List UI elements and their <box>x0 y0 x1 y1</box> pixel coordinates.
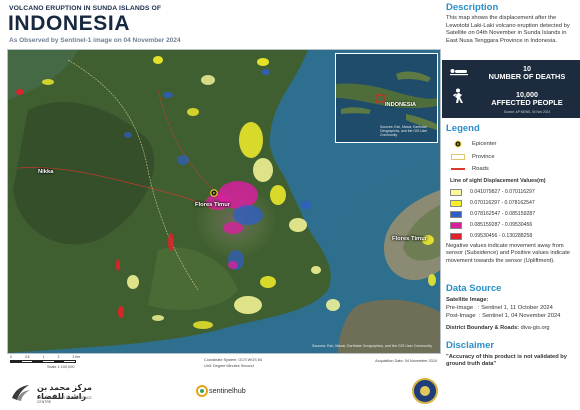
map-supertitle: VOLCANO ERUPTION IN SUNDA ISLANDS OF <box>9 5 162 12</box>
map-subtitle: As Observed by Sentinel-1 image on 04 No… <box>9 37 181 44</box>
impact-stats-box: 10 NUMBER OF DEATHS 10,000 AFFECTED PEOP… <box>442 60 580 118</box>
class-swatch <box>450 199 462 207</box>
legend-item-province: Province <box>450 153 495 161</box>
disclaimer-heading: Disclaimer <box>446 340 495 351</box>
epicenter-icon <box>454 140 462 148</box>
sentinelhub-icon <box>196 385 208 397</box>
class-label: 0.078162547 - 0.085159287 <box>470 211 536 217</box>
displacement-note: Negative values indicate movement away f… <box>446 243 570 264</box>
mbrsc-emblem-icon <box>12 385 30 401</box>
acquisition-date: Acquisition Date: 04 November 2024 <box>375 359 437 363</box>
legend-label: Province <box>472 154 495 160</box>
district-boundary-source: District Boundary & Roads: diva-gis.org <box>446 325 550 331</box>
map-footer: 0 0.5 1 2 3 Km Scale 1:100,000 Coordinat… <box>7 355 441 372</box>
place-label-flores-timur-east: Flores Timur <box>392 236 428 242</box>
legend-label: Roads <box>472 166 489 172</box>
class-label: 0.070116297 - 0.078162547 <box>470 200 535 206</box>
seal-emblem-icon <box>420 386 430 396</box>
side-panel: Description This map shows the displacem… <box>442 0 580 372</box>
scale-tick: 2 <box>57 355 60 359</box>
coordinate-system: Coordinate System: GCS WGS 84 <box>204 358 263 362</box>
district-value: diva-gis.org <box>520 325 550 331</box>
displacement-class: 0.09530456 - 0.130288258 <box>450 232 532 240</box>
displacement-class: 0.078162547 - 0.085159287 <box>450 210 535 218</box>
map-title: INDONESIA <box>8 12 131 35</box>
sentinelhub-logo: sentinelhub <box>196 382 256 400</box>
scale-tick: 0.5 <box>24 355 30 359</box>
place-label-nikka: Nikka <box>38 169 54 175</box>
affected-people-icon <box>453 88 463 103</box>
class-label: 0.041079827 - 0.070116297 <box>470 189 535 195</box>
data-source-heading: Data Source <box>446 283 502 294</box>
mbrsc-logo: مركز محمد بن راشد للفضاء MOHAMMED BIN RA… <box>7 379 99 405</box>
map-credit: Sources: Esri, Maxar, Earthstar Geograph… <box>311 344 432 348</box>
logos-row: مركز محمد بن راشد للفضاء MOHAMMED BIN RA… <box>0 373 580 410</box>
casualty-icon <box>450 69 468 76</box>
displacement-legend-title: Line of sight Displacement Values(m) <box>450 178 546 184</box>
legend-heading: Legend <box>446 123 480 134</box>
class-swatch <box>450 232 462 240</box>
scale-bar <box>10 360 76 363</box>
inset-credit: Sources: Esri, Maxar, Earthstar Geograph… <box>380 125 428 137</box>
province-symbol-icon <box>451 154 465 160</box>
post-image-info: Post-Image : Sentinel 1, 04 November 202… <box>446 313 561 319</box>
inset-country-label: INDONESIA <box>385 102 417 108</box>
class-swatch <box>450 210 462 218</box>
map-header: VOLCANO ERUPTION IN SUNDA ISLANDS OF IND… <box>0 0 442 50</box>
class-label: 0.09530456 - 0.130288258 <box>470 233 533 239</box>
stats-source: Source: AP NEWS, 04 Nov 2024 <box>503 110 551 114</box>
coordinate-unit: Unit: Degree Minutes Second <box>204 364 254 368</box>
legend-item-epicenter: Epicenter <box>450 140 497 148</box>
deaths-label: NUMBER OF DEATHS <box>488 72 566 81</box>
description-text: This map shows the displacement after th… <box>446 15 570 44</box>
legend-item-roads: Roads <box>450 165 489 173</box>
place-label-flores-timur: Flores Timur <box>195 202 231 208</box>
pre-image-info: Pre-Image : Sentinel 1, 11 October 2024 <box>446 305 553 311</box>
scale-tick: 3 Km <box>72 355 80 359</box>
scale-tick: 1 <box>42 355 45 359</box>
displacement-class: 0.070116297 - 0.078162547 <box>450 199 535 207</box>
class-label: 0.085159287 - 0.09530456 <box>470 222 533 228</box>
disclaimer-text: "Accuracy of this product is not validat… <box>446 354 567 368</box>
satellite-image-label: Satellite Image: <box>446 297 489 303</box>
indonesia-agency-seal <box>412 378 438 404</box>
mbrsc-english-name: MOHAMMED BIN RASHID SPACE CENTRE <box>37 396 92 404</box>
main-map[interactable]: Nikka Flores Timur Flores Timur Sources:… <box>7 49 441 354</box>
scale-text: Scale 1:100,000 <box>47 365 75 369</box>
district-label: District Boundary & Roads: <box>446 325 520 331</box>
inset-map[interactable]: INDONESIA Sources: Esri, Maxar, Earthsta… <box>335 53 438 143</box>
class-swatch <box>450 188 462 196</box>
sentinelhub-wordmark: sentinelhub <box>209 386 246 395</box>
scale-ticks: 0 0.5 1 2 3 Km <box>10 355 80 359</box>
scale-tick: 0 <box>10 355 12 359</box>
class-swatch <box>450 221 462 229</box>
displacement-class: 0.041079827 - 0.070116297 <box>450 188 535 196</box>
road-symbol-icon <box>451 168 465 170</box>
displacement-class: 0.085159287 - 0.09530456 <box>450 221 532 229</box>
affected-label: AFFECTED PEOPLE <box>491 98 563 107</box>
legend-label: Epicenter <box>472 141 497 147</box>
description-heading: Description <box>446 2 499 13</box>
